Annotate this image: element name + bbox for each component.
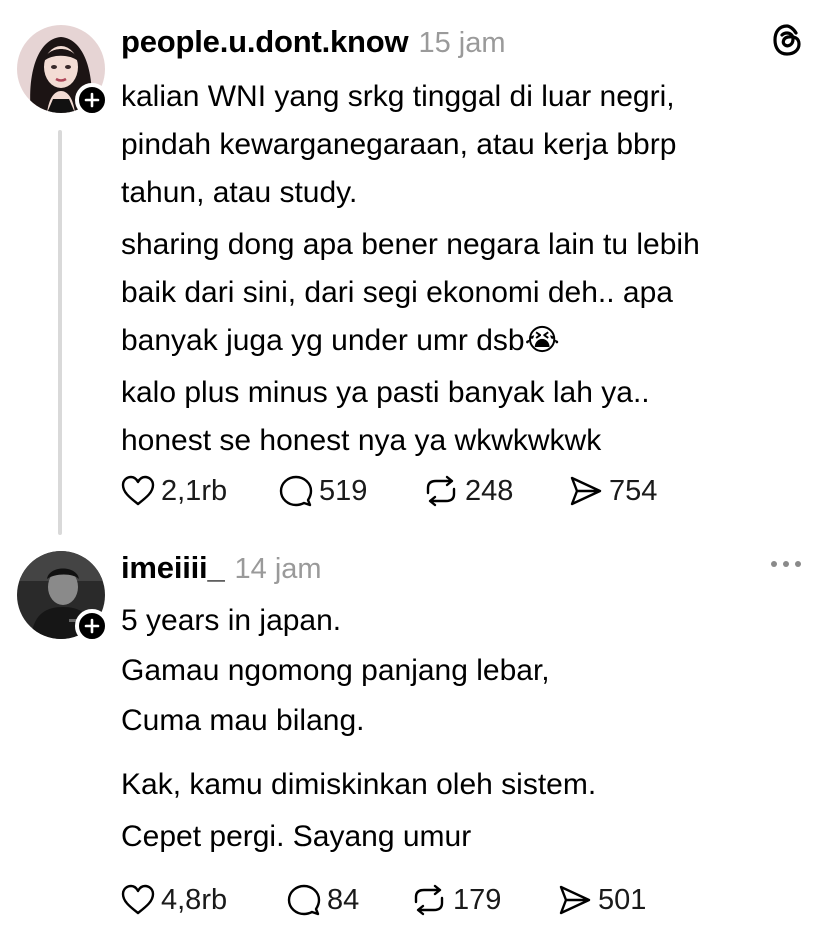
follow-button[interactable]: [75, 609, 109, 643]
post-line: Cepet pergi. Sayang umur: [121, 820, 472, 853]
reply-count: 84: [327, 883, 360, 916]
comment-icon: [279, 475, 313, 507]
avatar-wrap[interactable]: [17, 551, 109, 643]
post-actions: 4,8rb 84 179 501: [121, 880, 646, 920]
thread-connector-line: [58, 130, 62, 535]
heart-icon: [121, 475, 155, 506]
post-line: 5 years in japan.: [121, 604, 342, 637]
timestamp: 15 jam: [418, 27, 506, 59]
username[interactable]: imeiiii_: [121, 550, 225, 586]
share-count: 501: [598, 883, 647, 916]
username[interactable]: people.u.dont.know: [121, 24, 409, 60]
share-count: 754: [609, 474, 658, 507]
avatar-wrap[interactable]: [17, 25, 109, 117]
post-line: kalo plus minus ya pasti banyak lah ya..: [121, 376, 650, 409]
post-header: people.u.dont.know 15 jam: [121, 24, 505, 60]
post-body: 5 years in japan. Gamau ngomong panjang …: [121, 597, 811, 861]
share-button[interactable]: 754: [569, 475, 657, 508]
post-line: Cuma mau bilang.: [121, 704, 365, 737]
heart-icon: [121, 884, 155, 915]
share-button[interactable]: 501: [558, 884, 646, 917]
post-header: imeiiii_ 14 jam: [121, 550, 322, 586]
reply-count: 519: [319, 474, 368, 507]
post-line: pindah kewarganegaraan, atau kerja bbrp: [121, 128, 677, 161]
like-count: 4,8rb: [161, 883, 228, 916]
plus-icon: [84, 92, 100, 108]
more-dots-icon[interactable]: [766, 554, 806, 574]
repost-count: 179: [453, 883, 502, 916]
timestamp: 14 jam: [234, 553, 322, 585]
repost-count: 248: [465, 474, 514, 507]
repost-button[interactable]: 179: [411, 884, 558, 917]
post-line: kalian WNI yang srkg tinggal di luar neg…: [121, 80, 675, 113]
repost-button[interactable]: 248: [423, 475, 569, 508]
comment-icon: [287, 884, 321, 916]
post-body: kalian WNI yang srkg tinggal di luar neg…: [121, 73, 811, 465]
post-line: banyak juga yg under umr dsb😭: [121, 324, 560, 357]
share-icon: [559, 885, 591, 915]
post-line: sharing dong apa bener negara lain tu le…: [121, 228, 700, 261]
threads-logo-icon[interactable]: [770, 22, 806, 58]
like-button[interactable]: 2,1rb: [121, 475, 279, 508]
reply-button[interactable]: 84: [287, 883, 411, 917]
repost-icon: [426, 475, 456, 507]
post-line: honest se honest nya ya wkwkwkwk: [121, 424, 602, 457]
like-button[interactable]: 4,8rb: [121, 884, 287, 917]
post-line: tahun, atau study.: [121, 176, 358, 209]
plus-icon: [84, 618, 100, 634]
post-line: baik dari sini, dari segi ekonomi deh.. …: [121, 276, 673, 309]
post-line: Kak, kamu dimiskinkan oleh sistem.: [121, 768, 597, 801]
share-icon: [570, 476, 602, 506]
like-count: 2,1rb: [161, 474, 228, 507]
repost-icon: [414, 884, 444, 916]
follow-button[interactable]: [75, 83, 109, 117]
reply-button[interactable]: 519: [279, 474, 423, 508]
post-actions: 2,1rb 519 248 754: [121, 471, 657, 511]
post-line: Gamau ngomong panjang lebar,: [121, 654, 550, 687]
